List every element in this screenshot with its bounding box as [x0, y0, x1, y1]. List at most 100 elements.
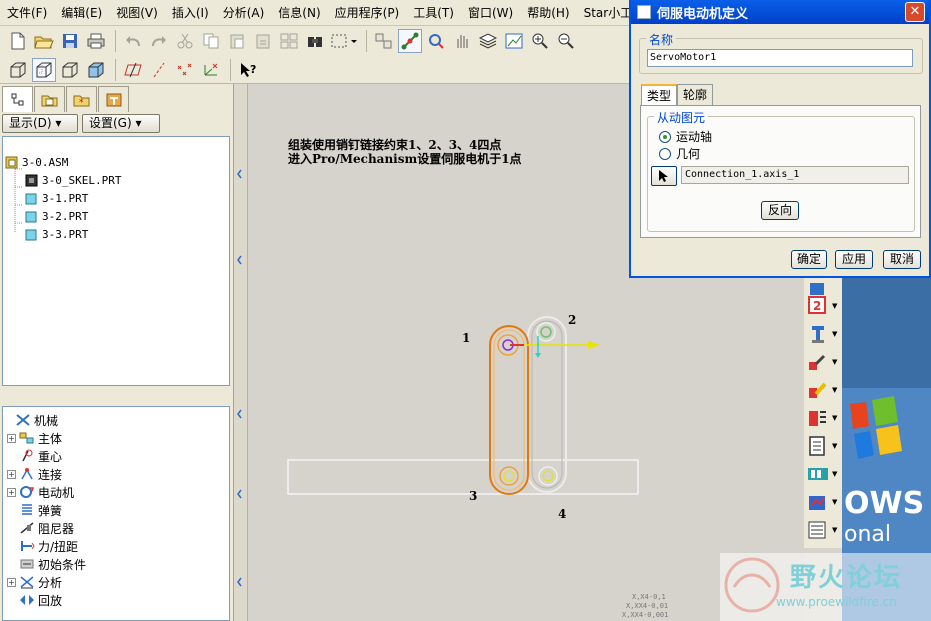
copy-icon[interactable]	[199, 29, 223, 53]
view-manager-icon[interactable]	[502, 29, 526, 53]
dialog-titlebar[interactable]: 伺服电动机定义	[631, 0, 929, 24]
mech-tool-playback-icon[interactable]: ▼	[806, 462, 840, 486]
snapshot-icon[interactable]	[424, 29, 448, 53]
hidden-line-icon[interactable]	[32, 57, 56, 82]
zoom-in-icon[interactable]	[528, 29, 552, 53]
menu-file[interactable]: 文件(F)	[0, 2, 54, 24]
tree-item-analyses[interactable]: + 分析	[7, 573, 62, 591]
menu-help[interactable]: 帮助(H)	[520, 2, 576, 24]
coordinate-systems-icon[interactable]	[199, 58, 223, 82]
tree-item-springs[interactable]: 弹簧	[7, 501, 62, 519]
mech-tool-gears-icon[interactable]: 2 ▼	[806, 294, 840, 318]
connection-icon[interactable]	[398, 29, 422, 53]
selection-box-icon[interactable]	[329, 29, 359, 53]
tab-type[interactable]: 类型	[641, 84, 678, 106]
save-icon[interactable]	[58, 29, 82, 53]
paste-special-icon[interactable]	[251, 29, 275, 53]
menu-info[interactable]: 信息(N)	[271, 2, 327, 24]
radio-geometry[interactable]: 几何	[659, 145, 700, 162]
radio-button[interactable]	[659, 147, 671, 160]
redo-icon[interactable]	[147, 29, 171, 53]
print-icon[interactable]	[84, 29, 108, 53]
mech-tool-spring-icon[interactable]: ▼	[806, 350, 840, 374]
name-group-label: 名称	[646, 31, 677, 48]
mech-tool-servo-icon[interactable]: ▼	[806, 322, 840, 346]
mech-tool-measures-icon[interactable]: ▼	[806, 490, 840, 514]
initial-conditions-icon	[19, 557, 35, 571]
menu-window[interactable]: 窗口(W)	[461, 2, 520, 24]
layers-icon[interactable]	[476, 29, 500, 53]
tree-item-connections[interactable]: + 连接	[7, 465, 62, 483]
motor-name-input[interactable]: ServoMotor1	[647, 49, 913, 67]
panel-splitter[interactable]	[2, 388, 230, 406]
tab-profile[interactable]: 轮廓	[677, 84, 714, 105]
connections-tab-icon[interactable]	[98, 86, 129, 112]
menu-edit[interactable]: 编辑(E)	[54, 2, 109, 24]
menu-analysis[interactable]: 分析(A)	[216, 2, 272, 24]
find-icon[interactable]	[303, 29, 327, 53]
cancel-button[interactable]: 取消	[883, 250, 921, 269]
playback-icon	[19, 593, 35, 607]
flip-button[interactable]: 反向	[761, 201, 799, 220]
expand-toggle-icon[interactable]: +	[7, 433, 16, 443]
undo-icon[interactable]	[121, 29, 145, 53]
open-folder-icon[interactable]	[32, 29, 56, 53]
tree-item-part-3[interactable]: 3-3.PRT	[25, 225, 88, 243]
tree-item-dampers[interactable]: 阻尼器	[7, 519, 74, 537]
reference-field[interactable]: Connection_1.axis_1	[681, 166, 909, 184]
favorites-tab-icon[interactable]: *	[66, 86, 97, 112]
menu-insert[interactable]: 插入(I)	[165, 2, 216, 24]
navigator-panel: * 显示(D) ▾ 设置(G) ▾ 3-0.ASM 3-0_SKEL.PRT 3…	[0, 84, 234, 621]
display-dropdown[interactable]: 显示(D) ▾	[2, 114, 78, 133]
tree-item-part-2[interactable]: 3-2.PRT	[25, 207, 88, 225]
tree-item-skeleton[interactable]: 3-0_SKEL.PRT	[25, 171, 121, 189]
mech-tool-force-icon[interactable]: ▼	[806, 378, 840, 402]
tree-item-mechanisms[interactable]: 机械	[3, 411, 58, 429]
expand-toggle-icon[interactable]: +	[7, 577, 16, 587]
new-file-icon[interactable]	[6, 29, 30, 53]
ok-button[interactable]: 确定	[791, 250, 827, 269]
shading-icon[interactable]	[84, 58, 108, 82]
mech-tool-results-icon[interactable]: ▼	[806, 434, 840, 458]
panel-sash[interactable]	[234, 84, 248, 621]
select-reference-button[interactable]	[651, 166, 677, 186]
tree-item-center-of-mass[interactable]: 重心	[7, 447, 62, 465]
tree-item-label: 回放	[38, 593, 63, 608]
cut-icon[interactable]	[173, 29, 197, 53]
tree-item-initial-conditions[interactable]: 初始条件	[7, 555, 86, 573]
mech-tool-analysis-icon[interactable]: ▼	[806, 406, 840, 430]
toolbar-separator	[230, 58, 231, 81]
menu-applications[interactable]: 应用程序(P)	[328, 2, 407, 24]
drag-hand-icon[interactable]	[450, 29, 474, 53]
regenerate-icon[interactable]	[277, 29, 301, 53]
tree-item-playback[interactable]: 回放	[7, 591, 62, 609]
expand-toggle-icon[interactable]: +	[7, 469, 16, 479]
point-label-3: 3	[469, 489, 478, 503]
close-icon[interactable]: ✕	[905, 2, 925, 22]
paste-icon[interactable]	[225, 29, 249, 53]
tree-item-bodies[interactable]: + 主体	[7, 429, 62, 447]
settings-dropdown[interactable]: 设置(G) ▾	[82, 114, 160, 133]
datum-axes-icon[interactable]	[147, 58, 171, 82]
radio-button-selected[interactable]	[659, 130, 671, 143]
mech-tool-trace-icon[interactable]: ▼	[806, 518, 840, 542]
tree-item-part-1[interactable]: 3-1.PRT	[25, 189, 88, 207]
model-tree-tab-icon[interactable]	[2, 86, 33, 112]
wireframe-icon[interactable]	[6, 58, 30, 82]
tree-item-motors[interactable]: + 电动机	[7, 483, 74, 501]
tree-item-force-torque[interactable]: 力/扭距	[7, 537, 78, 555]
expand-toggle-icon[interactable]: +	[7, 487, 16, 497]
datum-planes-icon[interactable]	[121, 58, 145, 82]
menu-view[interactable]: 视图(V)	[109, 2, 165, 24]
no-hidden-icon[interactable]	[58, 58, 82, 82]
menu-tools[interactable]: 工具(T)	[406, 2, 461, 24]
datum-points-icon[interactable]	[173, 58, 197, 82]
tree-item-assembly[interactable]: 3-0.ASM	[5, 153, 68, 171]
folder-browser-tab-icon[interactable]	[34, 86, 65, 112]
radio-motion-axis[interactable]: 运动轴	[659, 128, 712, 145]
context-help-icon[interactable]: ?	[236, 58, 260, 82]
zoom-out-icon[interactable]	[554, 29, 578, 53]
component-drag-icon[interactable]	[372, 29, 396, 53]
apply-button[interactable]: 应用	[835, 250, 873, 269]
